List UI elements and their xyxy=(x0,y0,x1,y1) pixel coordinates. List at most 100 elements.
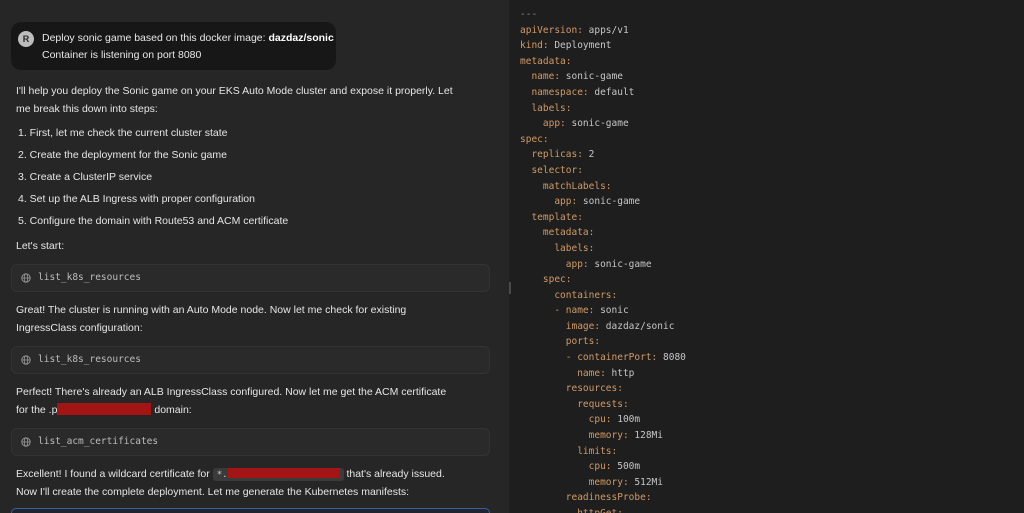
step-item: 4. Set up the ALB Ingress with proper co… xyxy=(18,193,255,205)
assistant-msg2-line2: IngressClass configuration: xyxy=(16,322,143,334)
yaml-value: default xyxy=(588,86,635,98)
chat-pane: R Deploy sonic game based on this docker… xyxy=(0,0,509,513)
yaml-value: 500m xyxy=(611,461,641,473)
tool-call-list-k8s-resources[interactable]: list_k8s_resources xyxy=(11,346,490,374)
yaml-line: - name: sonic xyxy=(520,303,686,319)
yaml-line: cpu: 100m xyxy=(520,412,686,428)
yaml-value: dazdaz/sonic xyxy=(600,320,675,332)
yaml-line: app: sonic-game xyxy=(520,257,686,273)
yaml-key: template: xyxy=(520,211,583,223)
yaml-value: 2 xyxy=(582,149,595,161)
yaml-key: spec: xyxy=(520,274,572,286)
yaml-line: httpGet: xyxy=(520,506,686,513)
yaml-value: 128Mi xyxy=(628,430,663,442)
yaml-value: sonic xyxy=(594,305,629,317)
certificate-domain-pill: *. xyxy=(212,468,344,481)
step-item: 3. Create a ClusterIP service xyxy=(18,171,153,183)
assistant-intro-line1: I'll help you deploy the Sonic game on y… xyxy=(16,85,453,97)
yaml-key: kind: xyxy=(520,40,549,52)
globe-icon xyxy=(21,355,31,365)
yaml-key: labels: xyxy=(520,242,595,254)
assistant-msg3-line2: for the .p domain: xyxy=(16,403,192,416)
step-item: 5. Configure the domain with Route53 and… xyxy=(18,215,289,227)
yaml-line: metadata: xyxy=(520,225,686,241)
yaml-value: 100m xyxy=(611,414,641,426)
yaml-line: spec: xyxy=(520,272,686,288)
yaml-line: app: sonic-game xyxy=(520,194,686,210)
yaml-line: matchLabels: xyxy=(520,179,686,195)
yaml-key: name: xyxy=(520,367,606,379)
yaml-key: labels: xyxy=(520,102,572,114)
yaml-line: image: dazdaz/sonic xyxy=(520,319,686,335)
yaml-key: readinessProbe: xyxy=(520,492,652,504)
yaml-value: sonic-game xyxy=(560,71,623,83)
step-item: 1. First, let me check the current clust… xyxy=(18,127,228,139)
yaml-manifest: --- apiVersion: apps/v1 kind: Deployment me… xyxy=(520,7,686,513)
yaml-line: selector: xyxy=(520,163,686,179)
yaml-line: labels: xyxy=(520,101,686,117)
yaml-line: app: sonic-game xyxy=(520,116,686,132)
yaml-line: spec: xyxy=(520,132,686,148)
yaml-key: selector: xyxy=(520,164,583,176)
yaml-key: resources: xyxy=(520,383,623,395)
step-item: 2. Create the deployment for the Sonic g… xyxy=(18,149,227,161)
yaml-key: ports: xyxy=(520,336,601,348)
user-avatar: R xyxy=(18,31,34,47)
yaml-key: limits: xyxy=(520,445,618,457)
yaml-line: containers: xyxy=(520,288,686,304)
user-message: R Deploy sonic game based on this docker… xyxy=(11,22,336,70)
yaml-key: --- xyxy=(520,9,538,20)
assistant-msg3-line1: Perfect! There's already an ALB IngressC… xyxy=(16,386,447,398)
assistant-msg4-line1: Excellent! I found a wildcard certificat… xyxy=(16,468,445,481)
lets-start-text: Let's start: xyxy=(16,240,65,252)
yaml-key: - containerPort: xyxy=(520,352,658,364)
yaml-value: 512Mi xyxy=(628,476,663,488)
tool-call-list-k8s-resources[interactable]: list_k8s_resources xyxy=(11,264,490,292)
yaml-key: namespace: xyxy=(520,86,589,98)
artifact-card[interactable] xyxy=(11,508,490,513)
yaml-value: apps/v1 xyxy=(582,24,629,36)
yaml-line: labels: xyxy=(520,241,686,257)
yaml-key: cpu: xyxy=(520,461,612,473)
yaml-key: metadata: xyxy=(520,227,595,239)
yaml-key: httpGet: xyxy=(520,508,623,513)
yaml-key: containers: xyxy=(520,289,618,301)
yaml-key: name: xyxy=(520,71,561,83)
docker-image-name: dazdaz/sonic xyxy=(268,32,334,44)
yaml-line: resources: xyxy=(520,381,686,397)
yaml-value: 8080 xyxy=(657,352,686,364)
yaml-line: limits: xyxy=(520,444,686,460)
yaml-line: memory: 128Mi xyxy=(520,428,686,444)
redacted-domain xyxy=(57,403,152,415)
assistant-intro-line2: me break this down into steps: xyxy=(16,103,158,115)
yaml-key: spec: xyxy=(520,133,549,145)
yaml-value: http xyxy=(605,367,635,379)
yaml-key: matchLabels: xyxy=(520,180,612,192)
yaml-line: name: sonic-game xyxy=(520,69,686,85)
redacted-domain xyxy=(227,468,340,478)
yaml-line: apiVersion: apps/v1 xyxy=(520,23,686,39)
yaml-key: replicas: xyxy=(520,149,583,161)
yaml-line: replicas: 2 xyxy=(520,147,686,163)
user-message-line1: Deploy sonic game based on this docker i… xyxy=(42,32,334,44)
code-viewer: --- apiVersion: apps/v1 kind: Deployment me… xyxy=(511,0,1024,513)
yaml-value: sonic-game xyxy=(565,118,629,130)
yaml-line: cpu: 500m xyxy=(520,459,686,475)
yaml-line: readinessProbe: xyxy=(520,490,686,506)
tool-call-name: list_acm_certificates xyxy=(38,436,159,447)
yaml-line: name: http xyxy=(520,366,686,382)
yaml-line: kind: Deployment xyxy=(520,38,686,54)
yaml-value: Deployment xyxy=(548,40,612,52)
tool-call-name: list_k8s_resources xyxy=(38,272,141,283)
yaml-key: memory: xyxy=(520,476,629,488)
yaml-line: namespace: default xyxy=(520,85,686,101)
yaml-key: - name: xyxy=(520,305,595,317)
yaml-line: memory: 512Mi xyxy=(520,475,686,491)
tool-call-list-acm-certificates[interactable]: list_acm_certificates xyxy=(11,428,490,456)
yaml-key: metadata: xyxy=(520,55,572,67)
yaml-key: app: xyxy=(520,196,578,208)
yaml-line: template: xyxy=(520,210,686,226)
yaml-key: requests: xyxy=(520,398,629,410)
yaml-value: sonic-game xyxy=(588,258,652,270)
globe-icon xyxy=(21,437,31,447)
